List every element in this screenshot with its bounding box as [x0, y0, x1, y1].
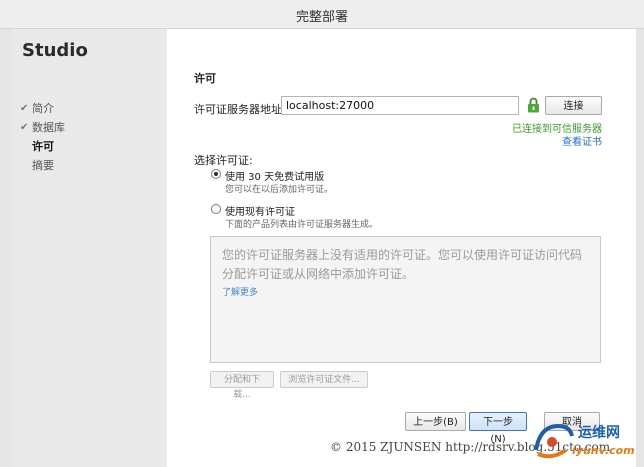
back-button[interactable]: 上一步(B) — [405, 412, 466, 431]
view-certificate-link[interactable]: 查看证书 — [562, 133, 602, 148]
site-url: iyunv.com — [572, 444, 635, 457]
learn-more-link[interactable]: 了解更多 — [222, 285, 258, 298]
existing-license-label[interactable]: 使用现有许可证 — [225, 203, 295, 218]
check-icon: ✔ — [20, 103, 29, 114]
connect-button[interactable]: 连接 — [545, 96, 602, 115]
step-label: 简介 — [32, 102, 54, 115]
lock-icon — [528, 97, 539, 113]
step-summary[interactable]: 摘要 — [20, 156, 65, 175]
step-intro[interactable]: ✔ 简介 — [20, 99, 65, 118]
step-license[interactable]: 许可 — [20, 137, 65, 156]
site-logo-icon — [534, 423, 574, 459]
license-list: 您的许可证服务器上没有适用的许可证。您可以使用许可证访问代码分配许可证或从网络中… — [210, 236, 601, 363]
wizard-steps: ✔ 简介 ✔ 数据库 许可 摘要 — [20, 99, 65, 175]
server-address-label: 许可证服务器地址: — [194, 103, 286, 116]
browse-license-file-button[interactable]: 浏览许可证文件... — [280, 371, 368, 388]
choose-license-label: 选择许可证: — [194, 154, 253, 167]
check-icon: ✔ — [20, 122, 29, 133]
step-label: 许可 — [32, 140, 54, 153]
server-address-input[interactable] — [281, 96, 519, 115]
trial-option-desc: 您可以在以后添加许可证。 — [225, 185, 334, 195]
site-watermark: 运维网 iyunv.com — [528, 420, 638, 466]
empty-list-message: 您的许可证服务器上没有适用的许可证。您可以使用许可证访问代码分配许可证或从网络中… — [222, 248, 583, 281]
window-title: 完整部署 — [295, 10, 348, 25]
trial-radio[interactable] — [211, 169, 221, 179]
existing-license-desc: 下面的产品列表由许可证服务器生成。 — [225, 220, 379, 230]
title-bar: 完整部署 — [0, 0, 644, 29]
window-frame-left — [0, 29, 12, 467]
trial-option-label[interactable]: 使用 30 天免费试用版 — [225, 168, 324, 183]
studio-brand: Studio — [22, 40, 88, 61]
assign-download-button[interactable]: 分配和下载... — [210, 371, 274, 400]
window-frame-right — [636, 29, 644, 467]
step-label: 摘要 — [32, 159, 54, 172]
existing-license-radio[interactable] — [211, 204, 221, 214]
next-button[interactable]: 下一步(N) — [469, 412, 527, 445]
sidebar — [12, 29, 167, 467]
site-name: 运维网 — [578, 425, 620, 441]
license-page: 许可 许可证服务器地址: 连接 已连接到可信服务器 查看证书 选择许可证: 使用… — [167, 29, 636, 467]
page-title: 许可 — [194, 72, 216, 85]
step-label: 数据库 — [32, 121, 65, 134]
step-database[interactable]: ✔ 数据库 — [20, 118, 65, 137]
